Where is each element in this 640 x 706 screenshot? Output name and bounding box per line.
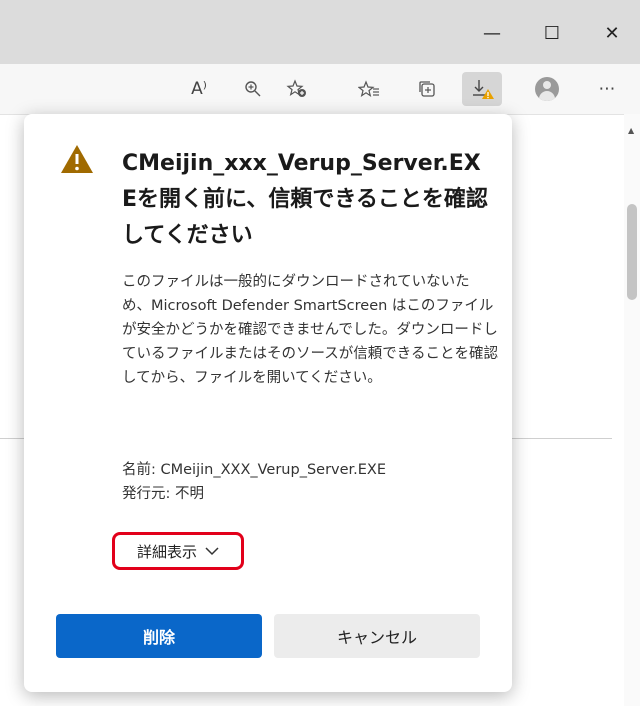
scroll-up-arrow-icon[interactable]: ▲ [628,126,634,135]
read-aloud-icon[interactable]: A⁾ [182,74,216,104]
minimize-icon[interactable]: — [472,18,512,48]
download-warning-icon[interactable] [462,72,502,106]
scrollbar[interactable] [624,114,640,706]
show-details-button[interactable]: 詳細表示 [112,532,244,570]
warning-icon [60,144,94,178]
scrollbar-thumb[interactable] [627,204,637,300]
dialog-message: このファイルは一般的にダウンロードされていないため、Microsoft Defe… [122,274,498,386]
maximize-icon[interactable]: ☐ [532,18,572,48]
cancel-button[interactable]: キャンセル [274,614,480,658]
file-publisher: 発行元: 不明 [122,486,204,502]
profile-avatar-icon[interactable] [530,74,564,104]
favorites-icon[interactable] [352,74,386,104]
collections-icon[interactable] [410,74,444,104]
title-bar: — ☐ ✕ [0,0,640,64]
file-info: 名前: CMeijin_XXX_Verup_Server.EXE 発行元: 不明 [122,458,386,506]
delete-button[interactable]: 削除 [56,614,262,658]
close-icon[interactable]: ✕ [592,18,632,48]
chevron-down-icon [205,547,219,556]
download-warning-dialog: CMeijin_xxx_Verup_Server.EXEを開く前に、信頼できるこ… [24,114,512,692]
zoom-icon[interactable] [236,74,270,104]
add-favorite-icon[interactable] [280,74,314,104]
dialog-title: CMeijin_xxx_Verup_Server.EXEを開く前に、信頼できるこ… [122,151,488,248]
file-name: 名前: CMeijin_XXX_Verup_Server.EXE [122,462,387,478]
show-details-label: 詳細表示 [136,542,197,561]
browser-toolbar: A⁾ ⋯ [0,64,640,115]
more-icon[interactable]: ⋯ [590,74,624,104]
